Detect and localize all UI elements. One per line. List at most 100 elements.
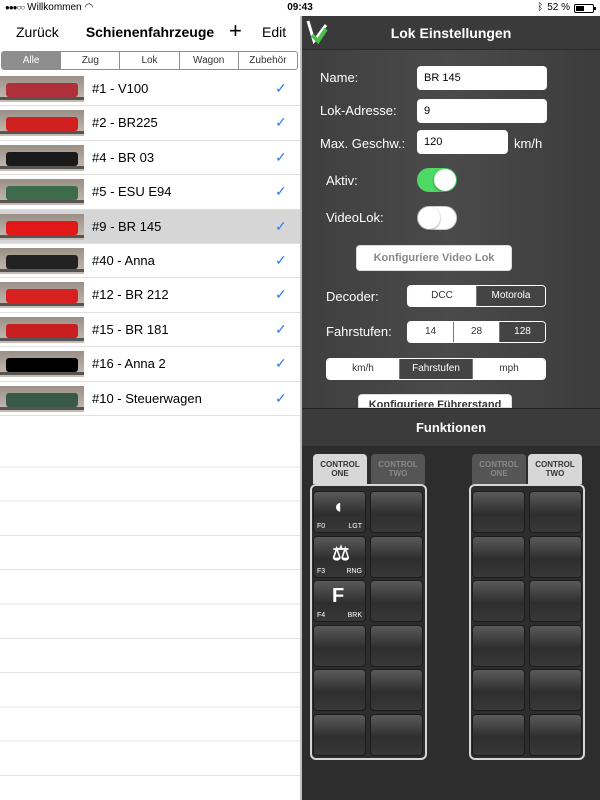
active-toggle[interactable] [417, 168, 457, 192]
rail-image [0, 234, 84, 238]
vehicle-list: #1 - V100 ✓ #2 - BR225 ✓ #4 - BR 03 ✓ #5 - ESU… [0, 72, 300, 416]
checkmark-icon: ✓ [275, 355, 287, 372]
function-name: BRK [347, 612, 362, 619]
list-item[interactable]: #40 - Anna ✓ [0, 244, 300, 279]
videolok-toggle[interactable] [417, 206, 457, 230]
filter-zubehör[interactable]: Zubehör [239, 52, 297, 69]
brake-icon: F [332, 585, 345, 607]
function-button[interactable] [529, 535, 582, 578]
function-button[interactable] [472, 713, 525, 756]
function-button[interactable] [472, 491, 525, 533]
list-item[interactable]: #4 - BR 03 ✓ [0, 141, 300, 176]
left-tab-control-one[interactable]: CONTROL ONE [313, 454, 367, 484]
function-button[interactable] [529, 624, 582, 667]
edit-button[interactable]: Edit [262, 24, 286, 40]
decoder-option[interactable]: DCC [408, 286, 477, 306]
right-tab-control-two[interactable]: CONTROL TWO [528, 454, 582, 484]
function-button[interactable] [472, 624, 525, 667]
list-item[interactable]: #5 - ESU E94 ✓ [0, 175, 300, 210]
right-tab-control-one[interactable]: CONTROL ONE [472, 454, 526, 484]
unit-option[interactable]: Fahrstufen [400, 359, 473, 379]
checkmark-icon: ✓ [275, 389, 287, 406]
vehicle-list-pane: Zurück Schienenfahrzeuge + Edit Alle Zug L… [0, 16, 300, 800]
function-button[interactable] [529, 491, 582, 533]
list-item[interactable]: #1 - V100 ✓ [0, 72, 300, 107]
list-item[interactable]: #16 - Anna 2 ✓ [0, 347, 300, 382]
max-speed-field[interactable]: 120 [417, 130, 508, 154]
filter-lok[interactable]: Lok [120, 52, 180, 69]
function-button[interactable] [370, 580, 423, 622]
function-button[interactable] [370, 713, 423, 756]
checkmark-icon: ✓ [275, 80, 287, 96]
steps-option[interactable]: 128 [500, 322, 545, 342]
max-speed-label: Max. Geschw.: [320, 136, 406, 151]
battery-percent: 52 % [547, 2, 570, 13]
train-image [6, 289, 78, 304]
function-button[interactable] [472, 580, 525, 622]
list-item[interactable]: #15 - BR 181 ✓ [0, 313, 300, 348]
lok-settings-pane: Lok Einstellungen Name: BR 145 Lok-Adres… [302, 16, 600, 800]
vehicle-thumbnail [0, 247, 84, 274]
vehicle-name: #16 - Anna 2 [92, 356, 166, 372]
bell-icon: ⚖ [332, 542, 350, 565]
decoder-option[interactable]: Motorola [477, 286, 545, 306]
function-button[interactable]: ⚖ F3 RNG [313, 535, 366, 578]
battery-icon [574, 3, 596, 13]
function-button[interactable] [370, 624, 423, 667]
filter-alle[interactable]: Alle [2, 52, 62, 69]
function-button[interactable] [529, 713, 582, 756]
train-image [6, 220, 78, 235]
steps-option[interactable]: 28 [454, 322, 500, 342]
speed-unit-label: km/h [514, 136, 543, 151]
function-button[interactable] [472, 669, 525, 711]
speed-unit-segmented-control: km/h Fahrstufen mph [326, 358, 546, 380]
function-button[interactable] [313, 713, 366, 756]
function-number: F3 [317, 567, 326, 575]
steps-option[interactable]: 14 [408, 322, 454, 342]
left-tab-control-two[interactable]: CONTROL TWO [371, 454, 425, 484]
address-field[interactable]: 9 [417, 99, 547, 123]
function-button[interactable] [370, 491, 423, 533]
function-button[interactable] [472, 535, 525, 578]
vehicle-name: #1 - V100 [92, 81, 149, 96]
function-button[interactable] [370, 535, 423, 578]
list-item[interactable]: #12 - BR 212 ✓ [0, 278, 300, 313]
left-nav-bar: Zurück Schienenfahrzeuge + Edit [0, 16, 300, 50]
vehicle-name: #12 - BR 212 [92, 287, 169, 303]
configure-video-lok-button[interactable]: Konfiguriere Video Lok [356, 245, 512, 271]
function-button[interactable] [313, 669, 366, 711]
list-item[interactable]: #9 - BR 145 ✓ [0, 209, 300, 244]
filter-zug[interactable]: Zug [61, 52, 121, 69]
vehicle-name: #4 - BR 03 [92, 149, 155, 165]
list-item[interactable]: #2 - BR225 ✓ [0, 106, 300, 141]
unit-option[interactable]: km/h [327, 359, 400, 379]
vehicle-name: #2 - BR225 [92, 115, 158, 131]
name-label: Name: [320, 70, 359, 85]
function-button[interactable]: F F4 BRK [313, 580, 366, 622]
function-button[interactable] [529, 669, 582, 711]
filter-wagon[interactable]: Wagon [180, 52, 239, 69]
list-item[interactable]: #10 - Steuerwagen ✓ [0, 382, 300, 416]
vehicle-name: #40 - Anna [92, 252, 155, 268]
address-label: Lok-Adresse: [320, 103, 397, 118]
function-button[interactable]: ◖ F0 LGT [313, 491, 366, 533]
vehicle-thumbnail [0, 110, 84, 137]
unit-option[interactable]: mph [473, 359, 545, 379]
left-tab-control-one-label: CONTROL ONE [320, 460, 360, 478]
train-image [6, 392, 78, 407]
rail-image [0, 303, 84, 307]
page-title: Schienenfahrzeuge [85, 24, 215, 40]
rail-image [0, 372, 84, 376]
function-button[interactable] [370, 669, 423, 711]
rail-image [0, 97, 84, 100]
name-field[interactable]: BR 145 [417, 66, 547, 90]
add-vehicle-button[interactable]: + [229, 18, 242, 44]
rail-image [0, 131, 84, 135]
function-button[interactable] [529, 580, 582, 622]
function-button[interactable] [313, 624, 366, 667]
functions-title: Funktionen [415, 420, 487, 435]
train-image [6, 151, 78, 166]
configure-cab-button[interactable]: Konfiguriere Führerstand [358, 394, 512, 408]
checkmark-icon: ✓ [275, 217, 287, 234]
light-icon: ◖ [332, 496, 345, 518]
